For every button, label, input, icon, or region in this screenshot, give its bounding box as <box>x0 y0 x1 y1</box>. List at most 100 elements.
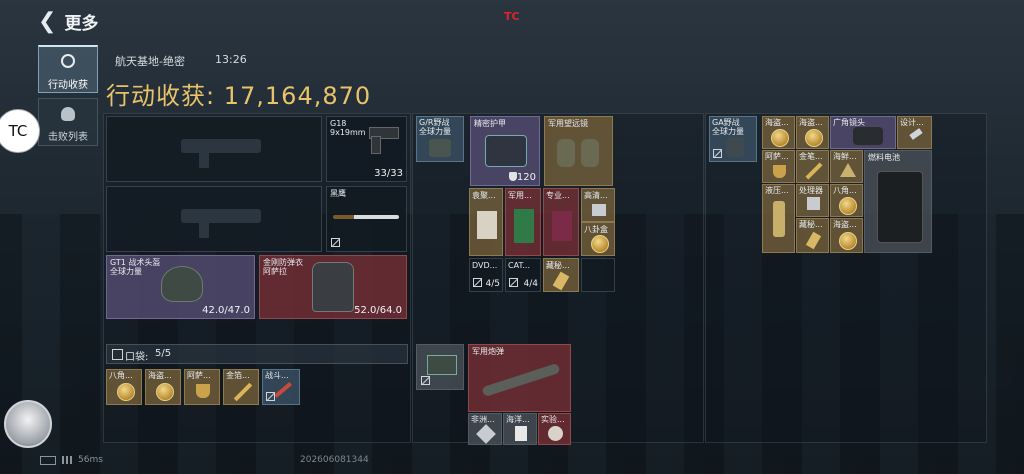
toolbox-icon <box>485 135 527 167</box>
box-icon <box>477 211 497 239</box>
coin-icon <box>839 197 857 215</box>
bp-item-5[interactable]: 阿萨... <box>762 150 795 183</box>
coin-icon <box>591 235 609 253</box>
chest-item-8[interactable]: DVD... 4/5 <box>469 258 503 292</box>
item-label: 海鲜... <box>833 152 857 161</box>
rig-icon <box>429 139 451 157</box>
pocket-label: 口袋: <box>125 352 149 363</box>
item-label: 阿萨... <box>765 152 789 161</box>
bp-item-12[interactable]: 藏秘... <box>796 218 829 253</box>
binoculars-icon <box>557 139 575 167</box>
shield-icon <box>509 172 517 181</box>
syringe-icon <box>274 382 292 398</box>
primary-weapon-slot-2[interactable] <box>106 186 322 252</box>
bp-item-13[interactable]: 海盗... <box>830 218 863 253</box>
crystal-icon <box>476 424 496 444</box>
bp-item-9[interactable]: 液压... <box>762 184 795 253</box>
mid-item-4[interactable]: 实验... <box>538 413 571 445</box>
disc-icon <box>548 426 563 441</box>
item-label: 设计... <box>900 118 924 127</box>
pocket-item-4[interactable]: 金箔... <box>223 369 259 405</box>
tab-defeat-list[interactable]: 击败列表 <box>38 98 98 146</box>
unbound-icon <box>331 238 340 247</box>
paper-icon <box>515 426 527 441</box>
tab-action-harvest[interactable]: 行动收获 <box>38 45 98 93</box>
item-label: 高清... <box>584 191 608 200</box>
chest-item-5[interactable]: 专业... <box>543 188 579 256</box>
bp-item-6[interactable]: 金笔... <box>796 150 829 183</box>
item-label: 液压... <box>765 186 789 195</box>
circuit-board-icon <box>514 209 534 243</box>
armor-slot[interactable]: 金刚防弹衣 阿萨拉 52.0/64.0 <box>259 255 407 319</box>
item-label: 处理器 <box>799 186 823 195</box>
helmet-slot[interactable]: GT1 战术头盔 全球力量 42.0/47.0 <box>106 255 255 319</box>
item-label: 战斗... <box>265 371 289 380</box>
item-label: 藏秘... <box>799 220 823 229</box>
item-count: 120 <box>516 172 536 183</box>
pocket-count: 5/5 <box>155 348 172 359</box>
chest-item-6[interactable]: 高清... <box>581 188 615 222</box>
rifle-stock-shape <box>199 220 209 238</box>
harvest-summary: 行动收获: 17,164,870 <box>106 76 371 111</box>
map-time: 13:26 <box>215 53 247 66</box>
bp-item-7[interactable]: 海鲜... <box>830 150 863 183</box>
mid-container-slot[interactable] <box>416 344 464 390</box>
pistol-ammo: 33/33 <box>374 168 403 179</box>
pocket-icon <box>112 349 123 360</box>
bp-item-fuel-cell[interactable]: 燃料电池 <box>864 150 932 253</box>
hydraulic-icon <box>773 201 785 237</box>
vial-icon <box>805 231 822 250</box>
chest-item-4[interactable]: 军用... <box>505 188 541 256</box>
mid-item-3[interactable]: 海洋... <box>503 413 537 445</box>
item-label: 军用望远镜 <box>548 119 588 128</box>
rifle-silhouette-icon <box>181 139 261 153</box>
pocket-item-1[interactable]: 八角... <box>106 369 142 405</box>
chest-item-7[interactable]: 八卦盒 <box>581 222 615 256</box>
fuel-cell-icon <box>877 171 923 243</box>
back-button[interactable]: ❮ 更多 <box>38 9 98 34</box>
chest-item-10[interactable]: 藏秘... <box>543 258 579 292</box>
cup-icon <box>773 165 786 178</box>
chest-rig-slot[interactable]: G/R野战 全球力量 <box>416 116 464 162</box>
bp-item-1[interactable]: 海盗... <box>762 116 795 149</box>
tab-label: 行动收获 <box>48 80 88 91</box>
bp-item-10[interactable]: 处理器 <box>796 184 829 217</box>
bag-subtitle: 全球力量 <box>712 127 744 136</box>
backpack-slot[interactable]: GA野战 全球力量 <box>709 116 757 162</box>
helmet-icon <box>161 266 203 302</box>
mid-item-2[interactable]: 非洲... <box>468 413 502 445</box>
item-label: 金笔... <box>799 152 823 161</box>
coin-icon <box>156 383 174 401</box>
item-label: 军用炮弹 <box>472 347 504 356</box>
primary-weapon-slot-1[interactable] <box>106 116 322 182</box>
item-label: CAT... <box>508 261 531 270</box>
signal-icon <box>62 456 72 464</box>
usb-icon <box>909 128 923 140</box>
pocket-item-2[interactable]: 海盗... <box>145 369 181 405</box>
item-label: 阿萨... <box>187 371 211 380</box>
tc-watermark: TC <box>504 10 520 23</box>
item-label: 八角... <box>109 371 133 380</box>
chest-item-9[interactable]: CAT... 4/4 <box>505 258 541 292</box>
chest-item-3[interactable]: 袁聚... <box>469 188 503 256</box>
pistol-slot[interactable]: G18 9x19mm 33/33 <box>326 116 407 182</box>
cup-icon <box>196 384 210 398</box>
artillery-shell-icon <box>481 362 561 398</box>
floating-tc-badge[interactable]: TC <box>0 109 40 153</box>
player-avatar[interactable] <box>4 400 52 448</box>
item-label: 非洲... <box>471 415 495 424</box>
chest-empty-slot[interactable] <box>581 258 615 292</box>
tab-label: 击败列表 <box>48 132 88 143</box>
chest-item-binoculars[interactable]: 军用望远镜 <box>544 116 613 186</box>
target-icon <box>61 54 75 68</box>
chest-item-armor-kit[interactable]: 精密护甲 120 <box>470 116 540 186</box>
bp-item-wide-lens[interactable]: 广角镜头 <box>830 116 896 149</box>
bp-item-4[interactable]: 设计... <box>897 116 932 149</box>
bp-item-11[interactable]: 八角... <box>830 184 863 217</box>
pocket-item-5[interactable]: 战斗... <box>262 369 300 405</box>
melee-slot[interactable]: 黑鹰 <box>326 186 407 252</box>
pocket-item-3[interactable]: 阿萨... <box>184 369 220 405</box>
helmet-durability: 42.0/47.0 <box>202 305 250 316</box>
mid-item-artillery-shell[interactable]: 军用炮弹 <box>468 344 571 412</box>
bp-item-2[interactable]: 海盗... <box>796 116 829 149</box>
